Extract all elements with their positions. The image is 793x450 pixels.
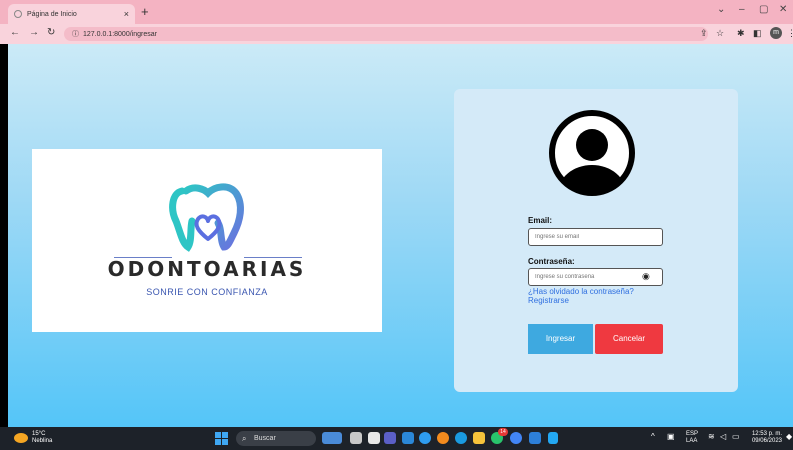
notifications-icon[interactable]: ◆	[786, 433, 792, 441]
profile-avatar[interactable]: m	[770, 27, 782, 39]
search-icon: ⌕	[242, 434, 247, 443]
email-label: Email:	[528, 216, 553, 225]
start-button[interactable]	[215, 432, 228, 445]
firefox-icon[interactable]	[437, 432, 449, 444]
file-explorer-icon[interactable]	[473, 432, 485, 444]
battery-icon[interactable]: ▭	[732, 433, 740, 441]
tab-title: Página de Inicio	[27, 10, 77, 18]
bookmark-star-icon[interactable]: ☆	[716, 28, 724, 39]
side-panel-icon[interactable]: ◧	[753, 28, 762, 39]
task-view-icon[interactable]	[350, 432, 362, 444]
clock[interactable]: 12:53 p. m. 09/06/2023	[746, 431, 782, 445]
taskbar: 15°C Neblina ⌕ Buscar 14 ^ ▣ ESP LAA ≋ ◁…	[0, 427, 793, 450]
mail-icon[interactable]	[529, 432, 541, 444]
tab-search-icon[interactable]: ⌄	[717, 4, 725, 15]
show-password-icon[interactable]: ◉	[642, 271, 650, 282]
share-icon[interactable]: ⇪	[700, 28, 708, 39]
extensions-icon[interactable]: ✱	[737, 28, 745, 39]
login-card: Email: Contraseña: ◉ ¿Has olvidado la co…	[454, 89, 738, 392]
brand-name: ODONTOARIAS	[107, 257, 307, 281]
forward-button[interactable]: →	[29, 27, 39, 38]
close-window-button[interactable]: ✕	[779, 4, 787, 15]
file-app-icon[interactable]	[368, 432, 380, 444]
language-indicator[interactable]: ESP LAA	[686, 431, 698, 445]
chrome-icon[interactable]	[510, 432, 522, 444]
menu-icon[interactable]: ⋮	[787, 28, 793, 39]
email-field[interactable]	[528, 228, 663, 246]
volume-icon[interactable]: ◁	[720, 433, 726, 441]
clock-time: 12:53 p. m.	[751, 431, 782, 437]
tooth-logo-icon	[169, 183, 244, 252]
app-icon[interactable]	[455, 432, 467, 444]
chevron-up-icon[interactable]: ^	[651, 433, 655, 441]
taskbar-search[interactable]: ⌕ Buscar	[236, 431, 316, 446]
maximize-button[interactable]: ▢	[759, 4, 768, 15]
temperature: 15°C	[32, 431, 46, 437]
tab-close-button[interactable]: ×	[124, 9, 129, 19]
register-link[interactable]: Registrarse	[528, 296, 569, 305]
cancel-button[interactable]: Cancelar	[595, 324, 663, 354]
browser-toolbar: ← → ↻ ⓘ 127.0.0.1:8000/ingresar ⇪ ☆ ✱ ◧ …	[0, 24, 793, 44]
wifi-icon[interactable]: ≋	[708, 433, 715, 441]
edge-icon[interactable]	[419, 432, 431, 444]
weather-widget[interactable]: 15°C Neblina	[14, 431, 52, 445]
address-bar[interactable]: ⓘ 127.0.0.1:8000/ingresar	[64, 27, 708, 41]
brand-tagline: SONRIE CON CONFIANZA	[146, 287, 268, 297]
widgets-app-icon[interactable]	[322, 432, 342, 444]
clock-date: 09/06/2023	[751, 438, 782, 444]
teams-icon[interactable]	[384, 432, 396, 444]
url-text: 127.0.0.1:8000/ingresar	[83, 30, 157, 38]
forgot-password-link[interactable]: ¿Has olvidado la contraseña?	[528, 287, 634, 296]
weather-condition: Neblina	[32, 438, 53, 444]
back-button[interactable]: ←	[10, 27, 20, 38]
minimize-button[interactable]: –	[739, 4, 745, 15]
notification-badge: 14	[498, 428, 508, 436]
password-label: Contraseña:	[528, 257, 575, 266]
app-tray-icon[interactable]: ▣	[667, 433, 675, 441]
site-info-icon[interactable]: ⓘ	[72, 29, 79, 39]
language-code: ESP	[686, 431, 699, 437]
reload-button[interactable]: ↻	[47, 27, 55, 38]
user-avatar-icon	[549, 110, 635, 196]
store-app-icon[interactable]	[402, 432, 414, 444]
login-button[interactable]: Ingresar	[528, 324, 593, 354]
logo-card: ODONTOARIAS SONRIE CON CONFIANZA	[32, 149, 382, 332]
page-body: ODONTOARIAS SONRIE CON CONFIANZA Email: …	[8, 44, 793, 427]
keyboard-layout: LAA	[686, 438, 698, 444]
globe-icon	[14, 10, 22, 18]
search-label: Buscar	[254, 435, 276, 442]
new-tab-button[interactable]: +	[141, 5, 149, 19]
vscode-icon[interactable]	[548, 432, 558, 444]
browser-tabbar: Página de Inicio × + ⌄ – ▢ ✕	[0, 0, 793, 24]
browser-tab[interactable]: Página de Inicio ×	[8, 4, 135, 24]
weather-icon	[14, 433, 28, 443]
